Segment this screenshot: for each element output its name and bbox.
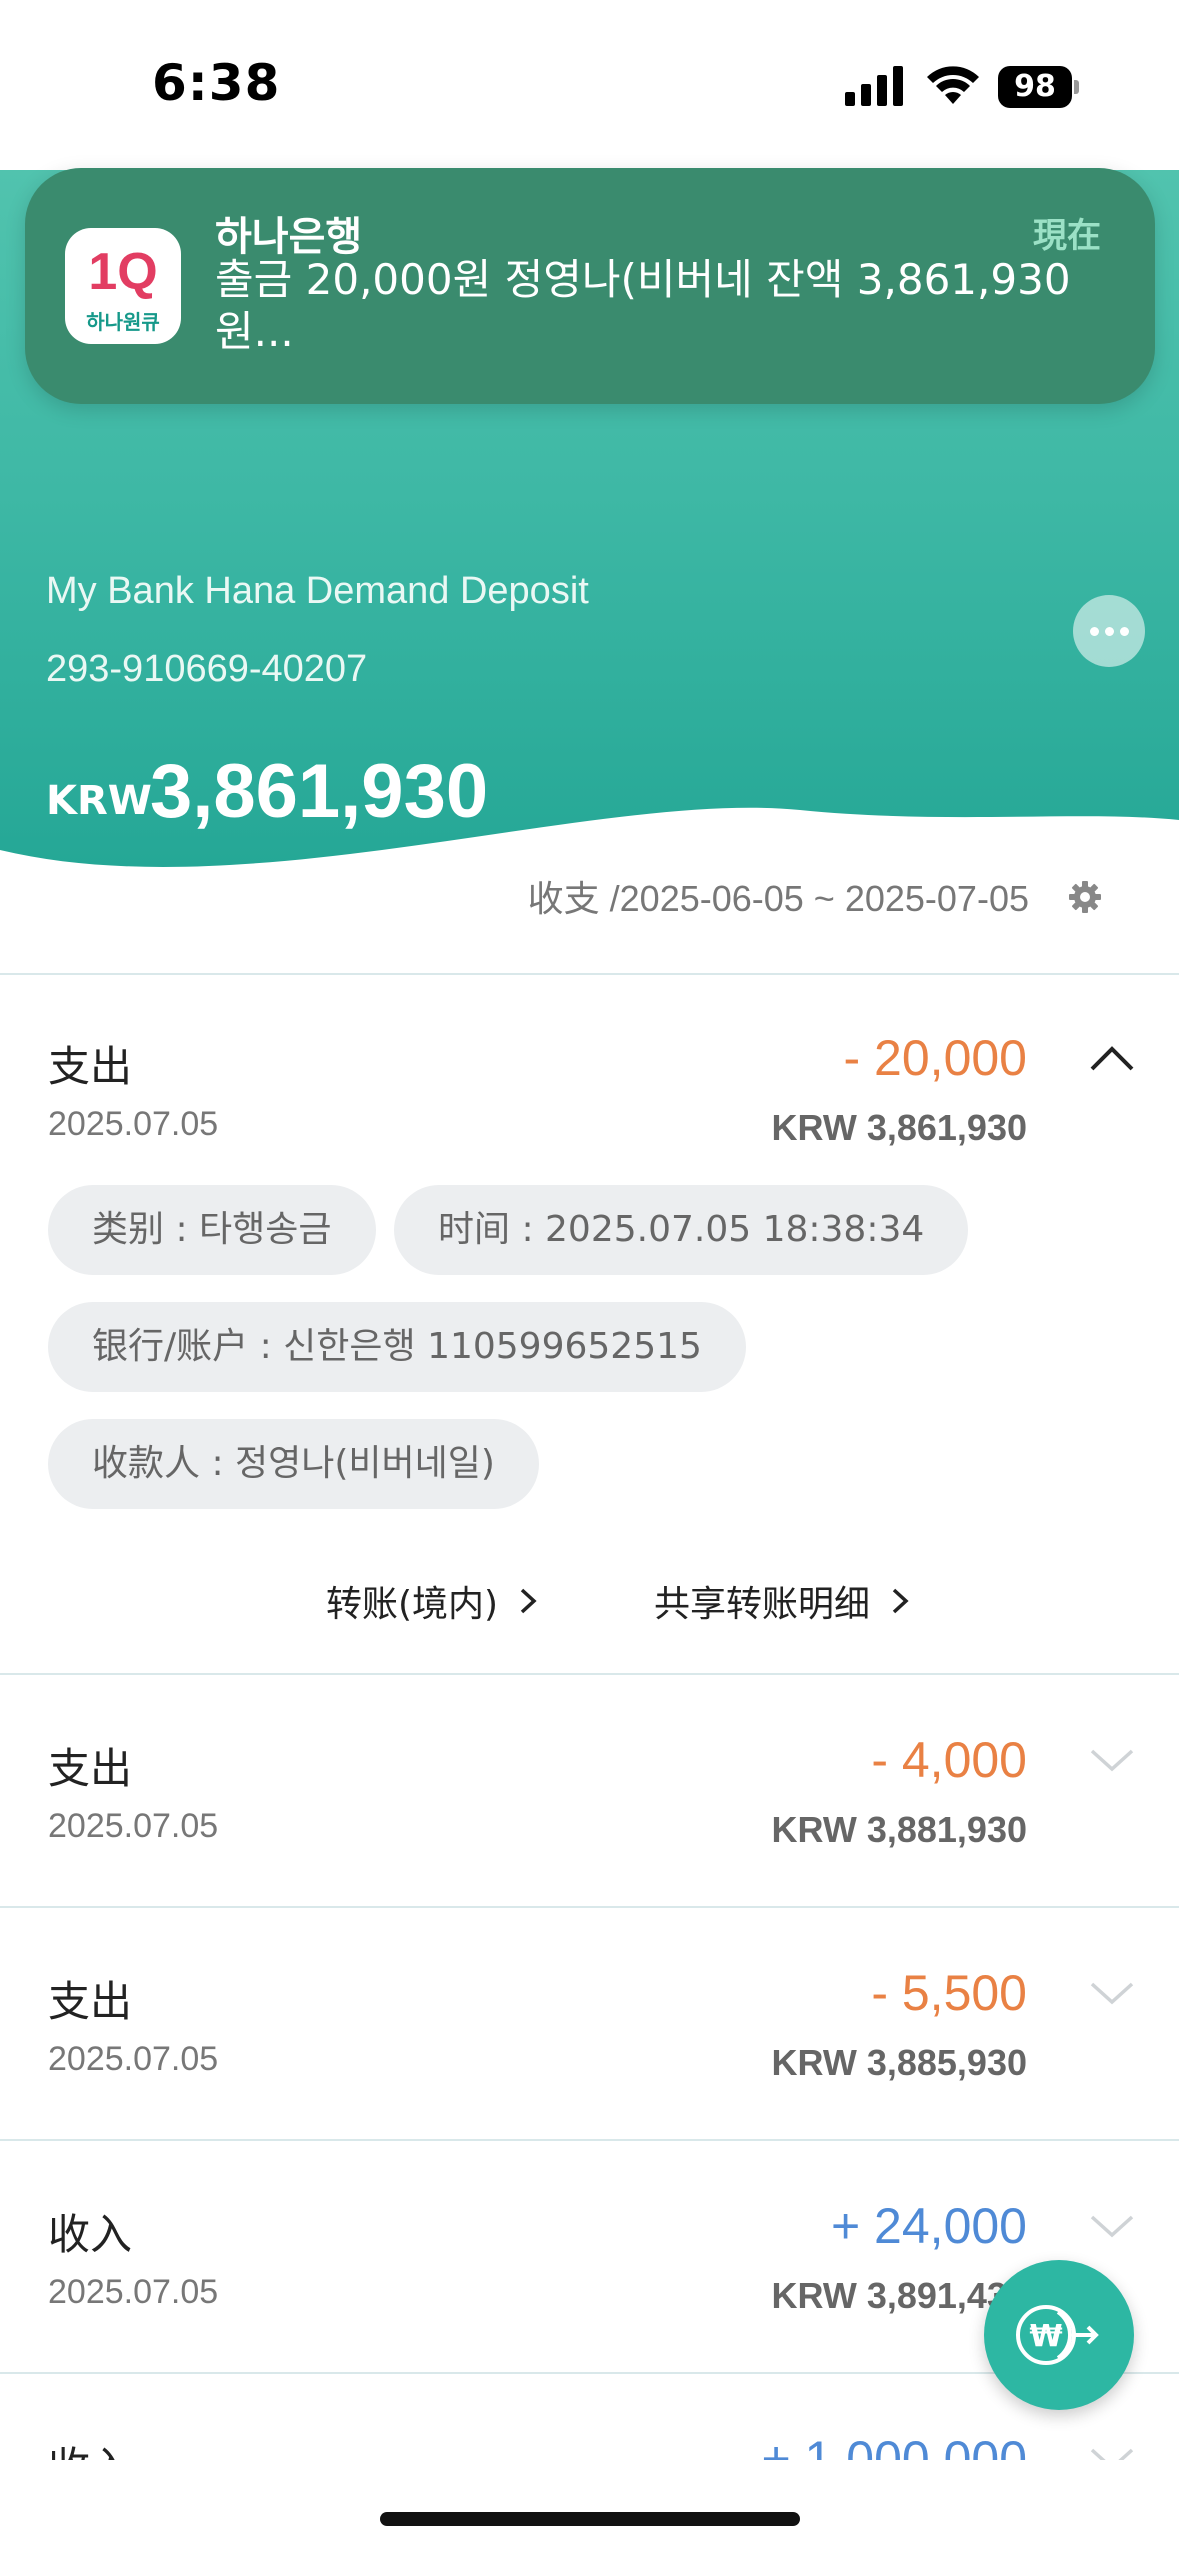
bottom-safe-area bbox=[0, 2460, 1179, 2556]
more-options-button[interactable] bbox=[1073, 595, 1145, 667]
app-logo-sub: 하나원큐 bbox=[86, 310, 160, 334]
transaction-date: 2025.07.05 bbox=[48, 1105, 219, 1143]
detail-payee-chip: 收款人 : 정영나(비버네일) bbox=[48, 1419, 539, 1509]
transaction-date: 2025.07.05 bbox=[48, 2040, 219, 2078]
gear-icon[interactable] bbox=[1068, 880, 1102, 914]
quick-transfer-button[interactable]: ₩ bbox=[984, 2260, 1134, 2410]
transaction-date: 2025.07.05 bbox=[48, 1807, 219, 1845]
transfer-domestic-link[interactable]: 转账(境内) bbox=[326, 1575, 540, 1627]
transaction-row[interactable]: 支出 2025.07.05 - 5,500 KRW 3,885,930 bbox=[0, 1910, 1179, 2141]
won-transfer-icon: ₩ bbox=[1016, 2305, 1099, 2365]
transaction-type: 支出 bbox=[48, 1042, 133, 1091]
account-number: 293-910669-40207 bbox=[46, 648, 368, 690]
share-transfer-details-link[interactable]: 共享转账明细 bbox=[654, 1575, 912, 1627]
detail-time-chip: 时间 : 2025.07.05 18:38:34 bbox=[394, 1185, 969, 1275]
chevron-right-icon bbox=[892, 1588, 909, 1614]
transaction-balance: KRW 3,885,930 bbox=[771, 2042, 1027, 2083]
battery-icon: 98 bbox=[998, 66, 1079, 108]
chevron-down-icon[interactable] bbox=[1088, 2211, 1136, 2241]
transaction-amount: + 24,000 bbox=[830, 2198, 1027, 2254]
status-time: 6:38 bbox=[152, 54, 281, 112]
notification-message: 출금 20,000원 정영나(비버네 잔액 3,861,930원... bbox=[215, 255, 1071, 356]
transaction-date: 2025.07.05 bbox=[48, 2273, 219, 2311]
hana-app-icon: 1Q 하나원큐 bbox=[65, 228, 181, 344]
transaction-amount: - 20,000 bbox=[843, 1030, 1027, 1086]
chevron-down-icon[interactable] bbox=[1088, 1978, 1136, 2008]
transaction-type: 收入 bbox=[48, 2210, 133, 2259]
app-logo: 1Q bbox=[88, 243, 158, 301]
transaction-type: 支出 bbox=[48, 1744, 133, 1793]
status-bar: 6:38 98 bbox=[0, 0, 1179, 170]
transaction-balance: KRW 3,861,930 bbox=[771, 1107, 1027, 1148]
wifi-icon bbox=[927, 66, 979, 104]
period-filter[interactable]: 收支 /2025-06-05 ~ 2025-07-05 bbox=[0, 870, 1179, 975]
period-label: 收支 /2025-06-05 ~ 2025-07-05 bbox=[527, 878, 1029, 919]
transaction-row[interactable]: 支出 2025.07.05 - 20,000 KRW 3,861,930 类别 … bbox=[0, 975, 1179, 1675]
chevron-up-icon[interactable] bbox=[1088, 1043, 1136, 1073]
chevron-right-icon bbox=[520, 1588, 537, 1614]
transfer-domestic-label: 转账(境内) bbox=[326, 1584, 499, 1625]
transaction-type: 支出 bbox=[48, 1977, 133, 2026]
transaction-amount: - 4,000 bbox=[871, 1732, 1027, 1788]
signal-icon bbox=[845, 66, 903, 106]
transaction-balance: KRW 3,881,930 bbox=[771, 1809, 1027, 1850]
more-icon bbox=[1089, 626, 1099, 636]
account-name: My Bank Hana Demand Deposit bbox=[46, 570, 589, 612]
push-notification[interactable]: 1Q 하나원큐 하나은행 現在 출금 20,000원 정영나(비버네 잔액 3,… bbox=[25, 168, 1155, 404]
transaction-row[interactable]: 支出 2025.07.05 - 4,000 KRW 3,881,930 bbox=[0, 1677, 1179, 1908]
home-indicator[interactable] bbox=[380, 2512, 800, 2526]
transaction-amount: - 5,500 bbox=[871, 1965, 1027, 2021]
svg-text:₩: ₩ bbox=[1029, 2319, 1062, 2354]
notification-time: 現在 bbox=[1033, 216, 1101, 256]
detail-category-chip: 类别 : 타행송금 bbox=[48, 1185, 376, 1275]
battery-level: 98 bbox=[998, 66, 1072, 108]
share-transfer-label: 共享转账明细 bbox=[654, 1584, 871, 1625]
detail-bank-chip: 银行/账户 : 신한은행 110599652515 bbox=[48, 1302, 746, 1392]
chevron-down-icon[interactable] bbox=[1088, 1745, 1136, 1775]
